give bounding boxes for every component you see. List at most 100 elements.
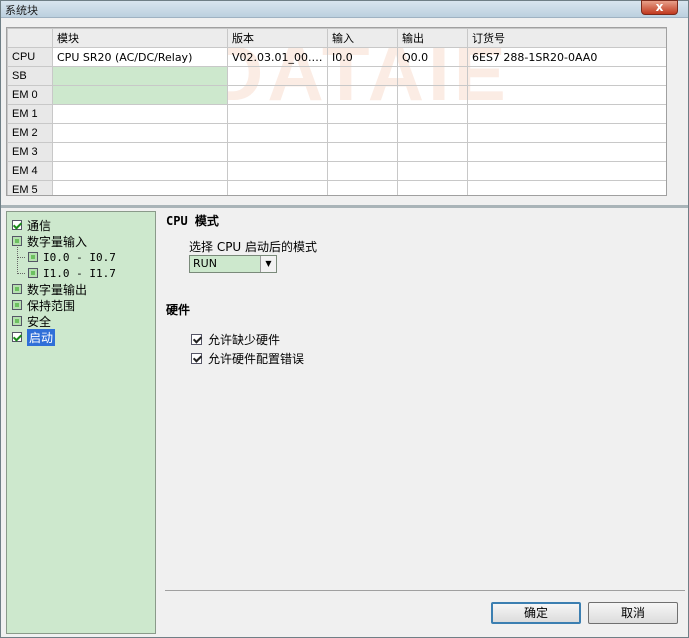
splitter[interactable] [1,205,688,208]
checkbox-icon [28,268,38,278]
tree-item-i0[interactable]: I0.0 - I0.7 [28,249,116,265]
tree-item-label: 通信 [27,218,52,233]
cell-input[interactable] [327,66,398,86]
checkbox-icon [12,332,22,342]
grid-header-row: 模块 版本 输入 输出 订货号 [7,28,666,48]
cell-version [227,104,328,124]
tree-item-label: 数字量输入 [27,234,88,249]
cpu-mode-select[interactable]: RUN ▼ [189,255,277,273]
cell-order-number [467,66,666,86]
startup-panel: CPU 模式 选择 CPU 启动后的模式 RUN ▼ 硬件 允许缺少硬件 允许硬… [157,209,687,637]
cell-version [227,161,328,181]
checkbox-icon [12,284,22,294]
settings-tree: 通信 数字量输入 I0.0 - I0.7 I1.0 - I1.7 数字量输出 保… [6,211,156,634]
cell-output[interactable] [397,85,468,105]
cell-output[interactable] [397,123,468,143]
module-grid: DATAIE 模块 版本 输入 输出 订货号 CPU CPU SR20 (AC/… [6,27,667,196]
cell-module[interactable] [52,66,228,86]
cell-order-number [467,123,666,143]
checkbox-icon[interactable] [191,333,202,345]
cancel-button[interactable]: 取消 [588,602,678,624]
cell-output[interactable] [397,161,468,181]
table-row[interactable]: EM 1 [7,104,666,124]
tree-item-i1[interactable]: I1.0 - I1.7 [28,265,116,281]
cell-module[interactable] [52,180,228,195]
tree-item-communication[interactable]: 通信 [12,217,51,233]
cell-output[interactable] [397,66,468,86]
tree-item-startup[interactable]: 启动 [12,328,56,346]
table-row[interactable]: SB [7,66,666,86]
tree-connector [17,273,25,274]
table-row[interactable]: EM 0 [7,85,666,105]
column-header-output[interactable]: 输出 [397,28,468,48]
tree-item-label: I0.0 - I0.7 [43,250,116,264]
tree-item-security[interactable]: 安全 [12,313,51,329]
row-slot: EM 1 [7,104,53,124]
cell-input[interactable] [327,180,398,195]
cell-module[interactable] [52,85,228,105]
tree-item-digital-output[interactable]: 数字量输出 [12,281,87,297]
cell-input[interactable]: I0.0 [327,47,398,67]
table-row[interactable]: EM 5 [7,180,666,195]
tree-item-label: 保持范围 [27,298,76,313]
ok-button[interactable]: 确定 [491,602,581,624]
row-slot: CPU [7,47,53,67]
cell-version [227,85,328,105]
chevron-down-icon[interactable]: ▼ [260,256,276,272]
cell-module[interactable] [52,161,228,181]
cell-version: V02.03.01_00.00... [227,47,328,67]
column-header-order-number[interactable]: 订货号 [467,28,666,48]
grid-horizontal-scrollbar[interactable] [6,196,667,204]
cell-order-number [467,104,666,124]
cell-input[interactable] [327,104,398,124]
separator [165,590,685,591]
row-slot: SB [7,66,53,86]
cell-order-number: 6ES7 288-1SR20-0AA0 [467,47,666,67]
tree-item-digital-input[interactable]: 数字量输入 [12,233,87,249]
tree-item-retentive-range[interactable]: 保持范围 [12,297,75,313]
column-header-input[interactable]: 输入 [327,28,398,48]
title-bar[interactable]: 系统块 x [1,0,688,18]
cell-output[interactable] [397,142,468,162]
table-row[interactable]: CPU CPU SR20 (AC/DC/Relay) V02.03.01_00.… [7,47,666,67]
table-row[interactable]: EM 4 [7,161,666,181]
cell-order-number [467,161,666,181]
cpu-mode-title: CPU 模式 [166,214,219,228]
cell-order-number [467,85,666,105]
tree-item-label: I1.0 - I1.7 [43,266,116,280]
row-slot: EM 4 [7,161,53,181]
table-row[interactable]: EM 3 [7,142,666,162]
checkbox-icon [12,220,22,230]
cpu-mode-label: 选择 CPU 启动后的模式 [189,240,318,254]
allow-missing-hardware-checkbox[interactable]: 允许缺少硬件 [191,332,281,347]
column-header-version[interactable]: 版本 [227,28,328,48]
checkbox-icon[interactable] [191,352,202,364]
column-header-module[interactable]: 模块 [52,28,228,48]
tree-item-label: 安全 [27,314,52,329]
cell-output[interactable] [397,104,468,124]
row-slot: EM 0 [7,85,53,105]
allow-missing-hardware-label: 允许缺少硬件 [208,332,281,347]
row-slot: EM 3 [7,142,53,162]
cell-module[interactable] [52,123,228,143]
cell-module[interactable]: CPU SR20 (AC/DC/Relay) [52,47,228,67]
cell-version [227,123,328,143]
cell-output[interactable]: Q0.0 [397,47,468,67]
cell-order-number [467,180,666,195]
column-header-slot [7,28,53,48]
cell-input[interactable] [327,142,398,162]
allow-config-error-checkbox[interactable]: 允许硬件配置错误 [191,351,305,366]
close-button[interactable]: x [641,0,678,15]
cell-module[interactable] [52,142,228,162]
tree-connector [17,257,25,258]
cell-input[interactable] [327,123,398,143]
table-row[interactable]: EM 2 [7,123,666,143]
cell-input[interactable] [327,161,398,181]
cell-input[interactable] [327,85,398,105]
cell-output[interactable] [397,180,468,195]
cell-module[interactable] [52,104,228,124]
allow-config-error-label: 允许硬件配置错误 [208,351,305,366]
cell-order-number [467,142,666,162]
row-slot: EM 5 [7,180,53,195]
cell-version [227,66,328,86]
